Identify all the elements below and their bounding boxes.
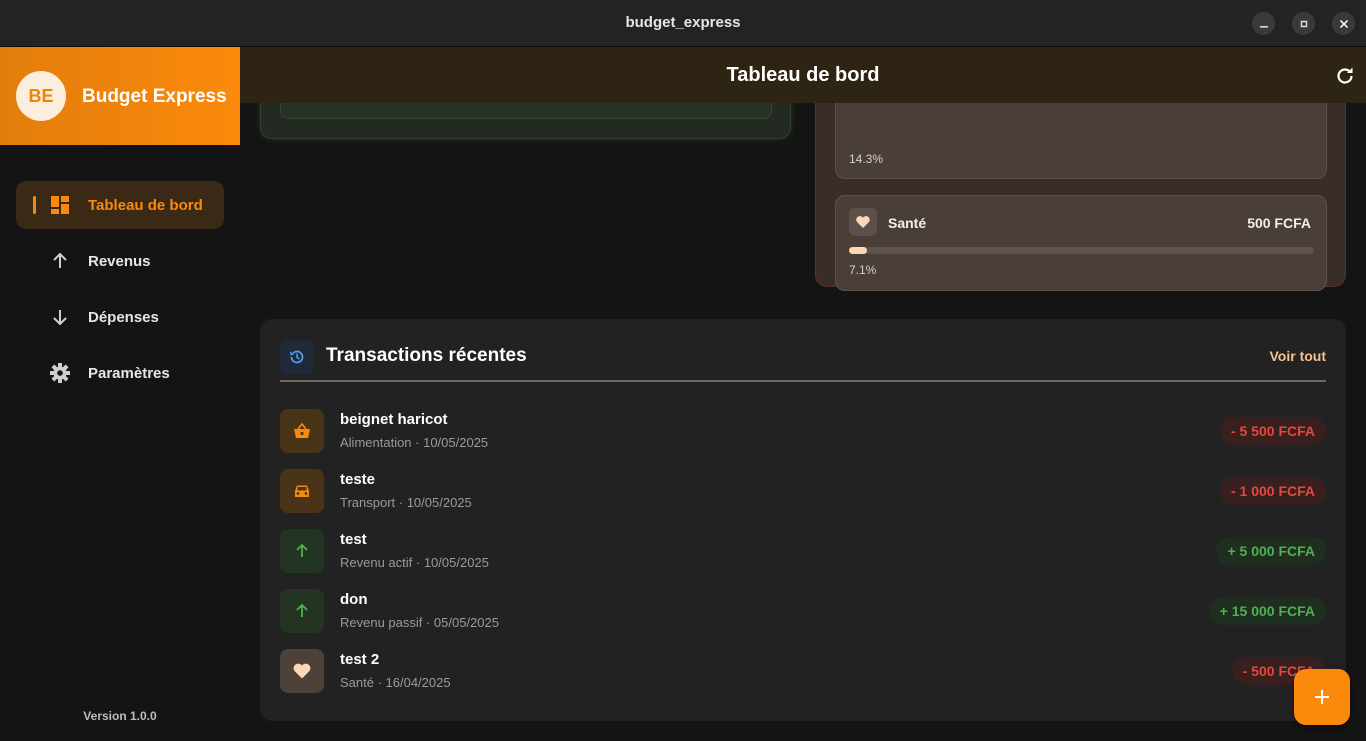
sidebar-item-parametres[interactable]: Paramètres bbox=[16, 349, 224, 397]
category-progress-fill bbox=[849, 247, 868, 254]
window-title: budget_express bbox=[625, 14, 741, 31]
arrow-up-icon bbox=[280, 589, 324, 633]
page-title: Tableau de bord bbox=[726, 64, 880, 86]
transaction-name: don bbox=[340, 591, 368, 608]
sidebar-item-revenus[interactable]: Revenus bbox=[16, 237, 224, 285]
arrow-down-icon bbox=[49, 306, 71, 328]
sidebar: BE Budget Express Tableau de bord Revenu… bbox=[0, 47, 240, 741]
maximize-icon bbox=[1300, 20, 1307, 27]
transaction-amount: - 5 500 FCFA bbox=[1219, 417, 1326, 445]
window-titlebar: budget_express bbox=[0, 0, 1366, 47]
sidebar-item-dashboard[interactable]: Tableau de bord bbox=[16, 181, 224, 229]
active-indicator bbox=[33, 196, 36, 214]
transaction-meta: Revenu actif · 10/05/2025 bbox=[340, 555, 489, 570]
category-name: Santé bbox=[888, 215, 927, 231]
history-icon bbox=[280, 340, 314, 374]
plus-icon bbox=[1315, 690, 1329, 704]
close-icon bbox=[1339, 19, 1348, 28]
category-percent: 7.1% bbox=[849, 263, 877, 277]
expense-categories-card: 14.3% Santé 500 FCFA 7.1% bbox=[815, 103, 1346, 291]
transaction-row[interactable]: teste Transport · 10/05/2025 - 1 000 FCF… bbox=[280, 469, 1326, 513]
summary-card-inner bbox=[280, 103, 772, 119]
dashboard-icon bbox=[49, 194, 71, 216]
arrow-up-icon bbox=[280, 529, 324, 573]
refresh-button[interactable] bbox=[1334, 65, 1356, 87]
recent-transactions-card: Transactions récentes Voir tout beignet … bbox=[260, 319, 1346, 721]
sidebar-item-label: Paramètres bbox=[88, 365, 170, 382]
transaction-name: test bbox=[340, 531, 367, 548]
brand-logo: BE bbox=[16, 71, 66, 121]
page-header: Tableau de bord bbox=[240, 47, 1366, 103]
transaction-name: beignet haricot bbox=[340, 411, 448, 428]
transaction-meta: Revenu passif · 05/05/2025 bbox=[340, 615, 499, 630]
heart-icon bbox=[280, 649, 324, 693]
transaction-meta: Alimentation · 10/05/2025 bbox=[340, 435, 489, 450]
add-transaction-button[interactable] bbox=[1294, 669, 1350, 725]
brand-name: Budget Express bbox=[82, 86, 227, 107]
transaction-amount: - 1 000 FCFA bbox=[1219, 477, 1326, 505]
arrow-up-icon bbox=[49, 250, 71, 272]
divider bbox=[280, 380, 1326, 382]
category-percent: 14.3% bbox=[849, 152, 884, 166]
transaction-meta: Transport · 10/05/2025 bbox=[340, 495, 472, 510]
transaction-row[interactable]: beignet haricot Alimentation · 10/05/202… bbox=[280, 409, 1326, 453]
transaction-row[interactable]: don Revenu passif · 05/05/2025 + 15 000 … bbox=[280, 589, 1326, 633]
app-version: Version 1.0.0 bbox=[83, 709, 157, 723]
transaction-name: teste bbox=[340, 471, 376, 488]
category-item-sante[interactable]: Santé 500 FCFA 7.1% bbox=[835, 195, 1327, 291]
brand-header: BE Budget Express bbox=[0, 47, 240, 145]
basket-icon bbox=[280, 409, 324, 453]
see-all-link[interactable]: Voir tout bbox=[1269, 348, 1326, 364]
transaction-meta: Santé · 16/04/2025 bbox=[340, 675, 451, 690]
refresh-icon bbox=[1337, 67, 1353, 84]
sidebar-item-label: Revenus bbox=[88, 253, 151, 270]
main-content: 14.3% Santé 500 FCFA 7.1% Transactions r… bbox=[240, 103, 1366, 741]
category-item[interactable]: 14.3% bbox=[835, 103, 1327, 179]
transaction-name: test 2 bbox=[340, 651, 380, 668]
summary-card bbox=[260, 103, 791, 139]
close-button[interactable] bbox=[1332, 12, 1355, 35]
sidebar-item-label: Tableau de bord bbox=[88, 197, 203, 214]
heart-icon bbox=[849, 208, 877, 236]
transaction-row[interactable]: test 2 Santé · 16/04/2025 - 500 FCFA bbox=[280, 649, 1326, 693]
minimize-icon bbox=[1259, 25, 1268, 28]
transaction-amount: + 5 000 FCFA bbox=[1216, 537, 1326, 565]
minimize-button[interactable] bbox=[1252, 12, 1275, 35]
section-title: Transactions récentes bbox=[326, 345, 527, 366]
maximize-button[interactable] bbox=[1292, 12, 1315, 35]
sidebar-item-label: Dépenses bbox=[88, 309, 159, 326]
transaction-amount: + 15 000 FCFA bbox=[1208, 597, 1326, 625]
category-amount: 500 FCFA bbox=[1247, 215, 1311, 231]
gear-icon bbox=[49, 362, 71, 384]
car-icon bbox=[280, 469, 324, 513]
transaction-row[interactable]: test Revenu actif · 10/05/2025 + 5 000 F… bbox=[280, 529, 1326, 573]
category-progress-track bbox=[849, 247, 1314, 254]
sidebar-item-depenses[interactable]: Dépenses bbox=[16, 293, 224, 341]
